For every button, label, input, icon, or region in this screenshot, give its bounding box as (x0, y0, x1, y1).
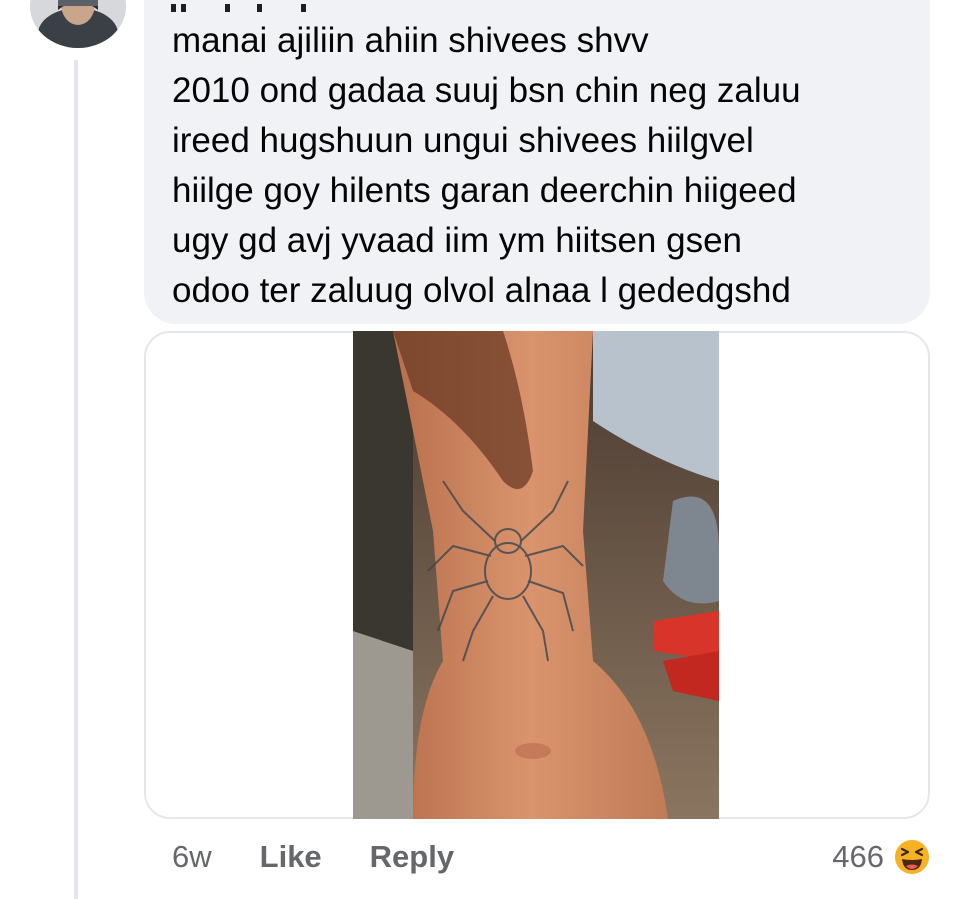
avatar-image (30, 0, 126, 48)
comment-timestamp[interactable]: 6w (172, 839, 212, 875)
comment-actions: 6w Like Reply (172, 832, 502, 882)
attachment-photo[interactable] (353, 331, 719, 819)
commenter-name-cutoff[interactable] (171, 4, 311, 12)
reaction-summary[interactable]: 466 (832, 832, 932, 882)
haha-emoji-icon (893, 838, 931, 876)
comment-thread: manai ajiliin ahiin shivees shvv 2010 on… (0, 0, 960, 899)
reaction-count: 466 (832, 839, 884, 874)
spider-tattoo-photo (353, 331, 719, 819)
like-button[interactable]: Like (260, 839, 322, 875)
avatar[interactable] (30, 0, 126, 48)
comment-text: manai ajiliin ahiin shivees shvv 2010 on… (172, 21, 801, 310)
reply-button[interactable]: Reply (370, 839, 454, 875)
thread-line (74, 60, 78, 899)
